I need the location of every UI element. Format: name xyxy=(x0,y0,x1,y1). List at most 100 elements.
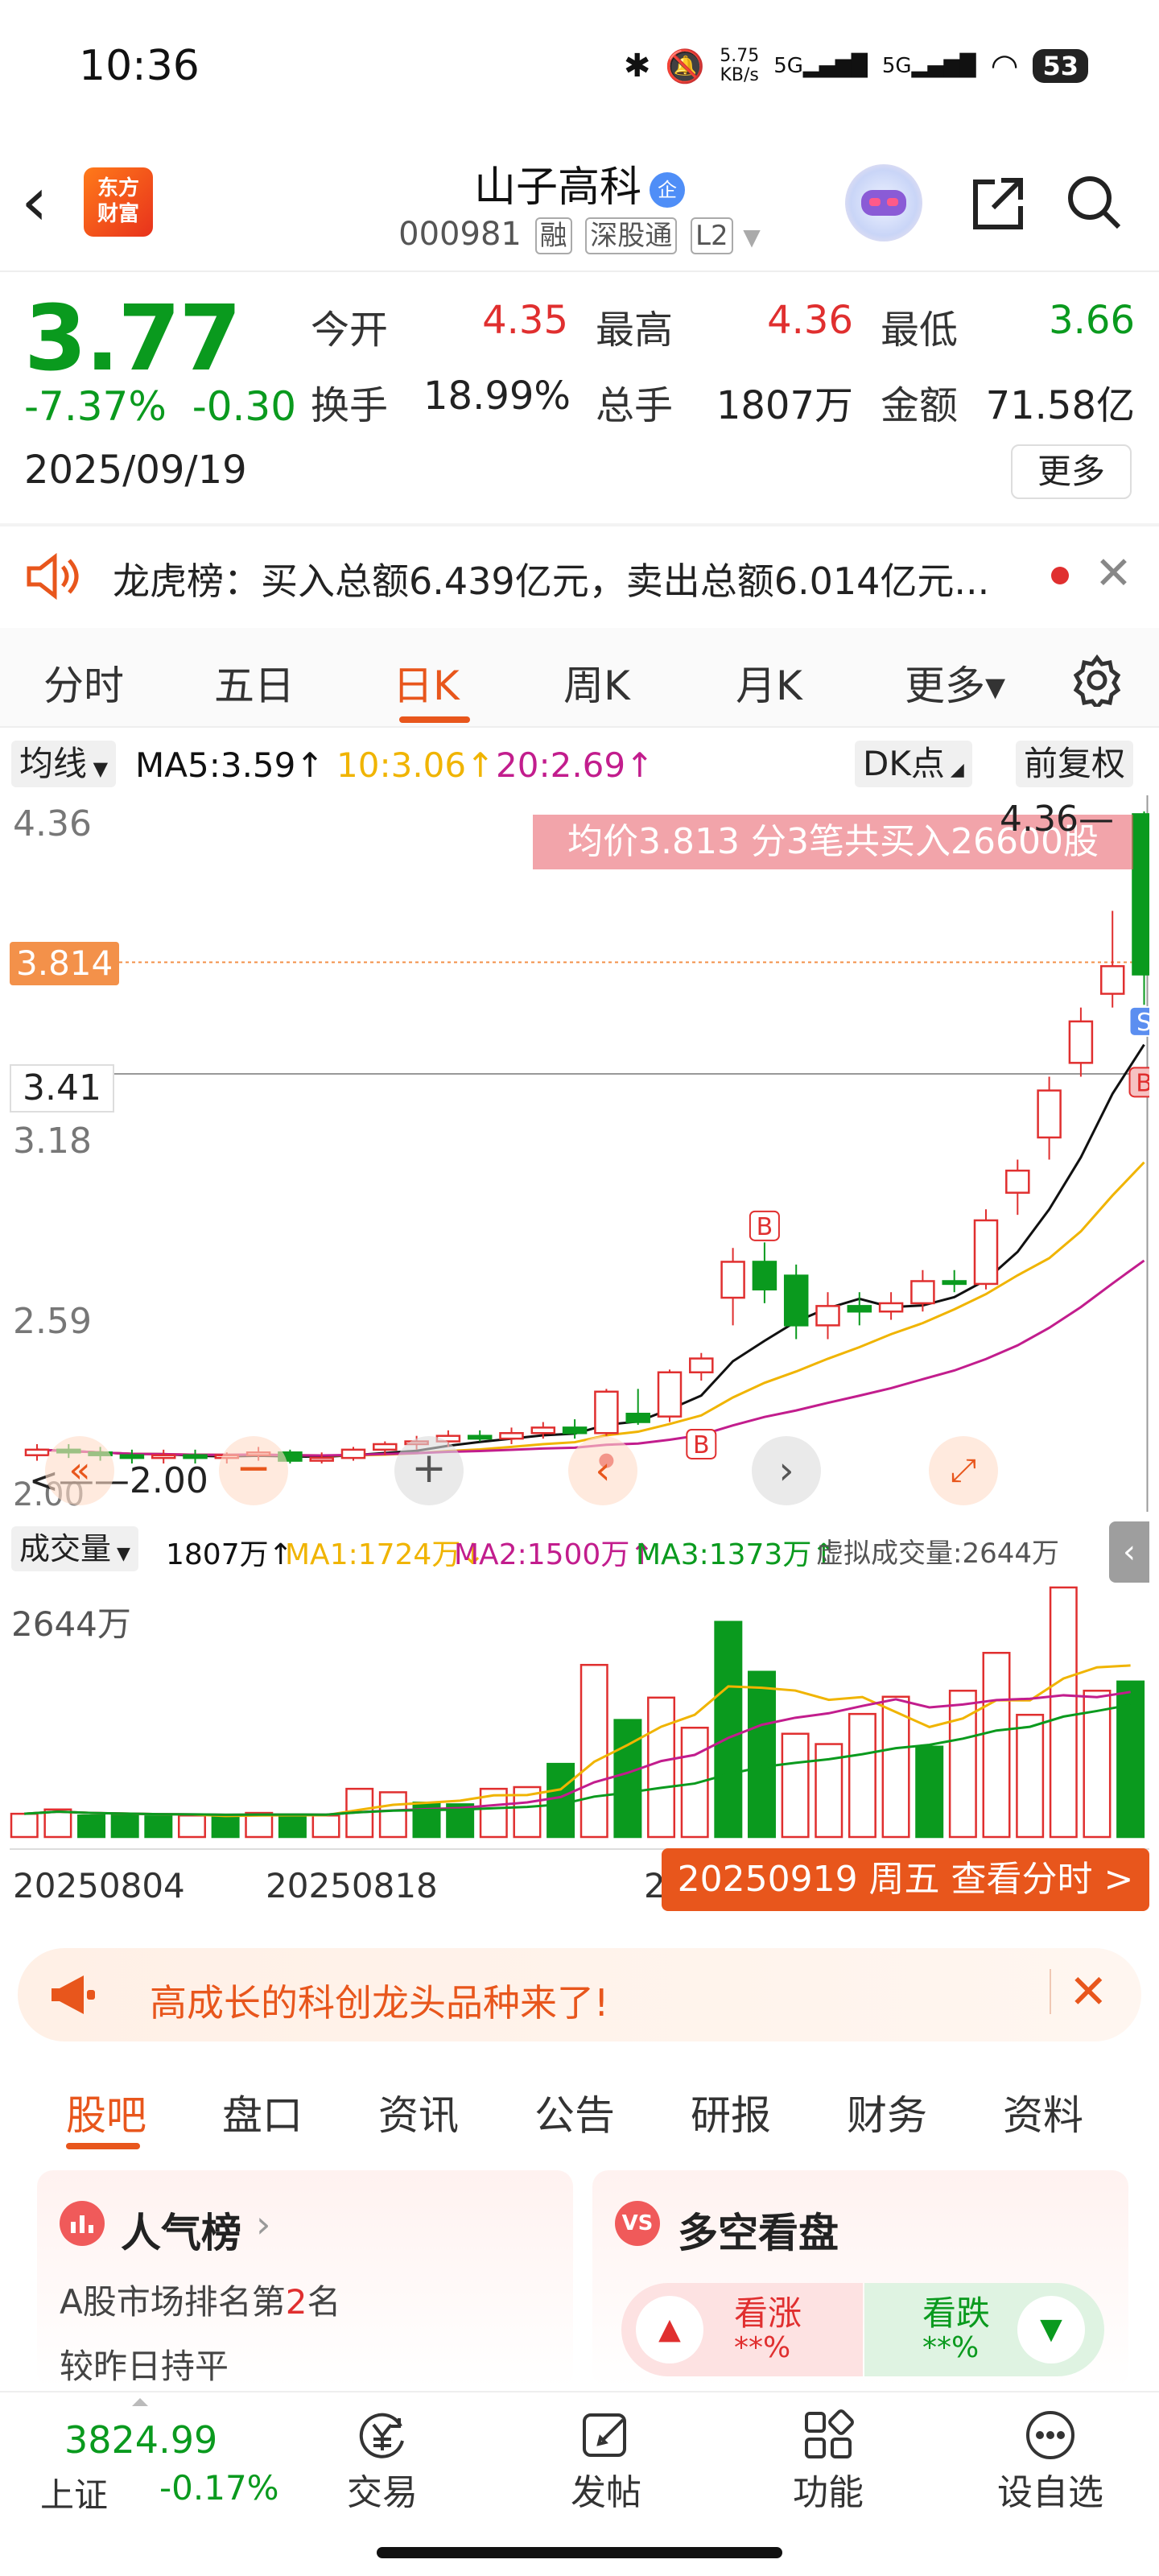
virtual-volume: 虚拟成交量:2644万 xyxy=(816,1538,1059,1570)
volume-bar xyxy=(915,1745,944,1839)
more-quote-button[interactable]: 更多 xyxy=(1011,444,1132,499)
volume-bar xyxy=(278,1813,307,1839)
ma20-value: 20:2.69↑ xyxy=(496,745,654,785)
popularity-change: 较昨日持平 xyxy=(60,2347,229,2386)
candle xyxy=(183,1454,208,1459)
candle xyxy=(309,1456,334,1462)
label-high: 4.36 xyxy=(13,803,92,844)
volume-bar xyxy=(1049,1586,1078,1839)
app-logo[interactable]: 东方 财富 xyxy=(84,167,153,237)
tab-profile[interactable]: 资料 xyxy=(1003,2083,1083,2141)
tab-five-day[interactable]: 五日 xyxy=(214,654,295,712)
volume-bar xyxy=(547,1762,575,1839)
candle xyxy=(1132,813,1157,976)
volume-bar xyxy=(211,1816,240,1839)
bluetooth-icon: ✱ xyxy=(623,47,651,85)
speaker-icon xyxy=(24,551,82,602)
tab-weekly-k[interactable]: 周K xyxy=(563,654,630,712)
open-value: 4.35 xyxy=(482,298,568,343)
candle xyxy=(594,1390,619,1435)
nav-trade[interactable]: 交易 xyxy=(322,2463,443,2515)
volume-total: 1807万↑ xyxy=(166,1538,293,1571)
collapse-panel-button[interactable]: ‹ xyxy=(1109,1521,1149,1583)
arrow-down-icon: ▼ xyxy=(1017,2296,1085,2363)
tab-intraday[interactable]: 分时 xyxy=(43,654,124,712)
volume-bar xyxy=(1116,1680,1145,1839)
bull-bear-title: 多空看盘 xyxy=(678,2210,839,2256)
candle xyxy=(625,1412,650,1423)
grid-icon xyxy=(800,2407,856,2463)
stock-title: 山子高科企 xyxy=(362,153,797,213)
ma-selector[interactable]: 均线 ▼ xyxy=(11,741,117,787)
dk-selector[interactable]: DK点 ◢ xyxy=(855,741,972,787)
post-icon xyxy=(578,2407,634,2463)
nav-functions[interactable]: 功能 xyxy=(768,2463,889,2515)
volume-bar xyxy=(881,1695,910,1839)
gear-icon[interactable] xyxy=(1070,654,1124,712)
promo-text: 高成长的科创龙头品种来了! xyxy=(150,1981,609,2025)
stock-code-row[interactable]: 000981 融 深股通 L2 ▼ xyxy=(378,216,781,254)
candle xyxy=(1099,964,1125,995)
back-button[interactable]: ‹ xyxy=(21,167,69,235)
volume-bar xyxy=(647,1696,676,1839)
tab-pankou[interactable]: 盘口 xyxy=(222,2083,303,2141)
candle xyxy=(562,1426,588,1435)
search-icon[interactable] xyxy=(1062,171,1127,235)
nav-post[interactable]: 发帖 xyxy=(546,2463,666,2515)
volume-label: 总手 xyxy=(596,383,674,428)
crosshair-price-label: 3.41 xyxy=(10,1064,114,1113)
assistant-avatar[interactable] xyxy=(845,164,922,242)
volume-bar xyxy=(580,1663,608,1839)
zoom-in-button[interactable]: + xyxy=(394,1436,464,1505)
caret-up-icon xyxy=(132,2394,148,2406)
lhb-notice[interactable]: 龙虎榜：买入总额6.439亿元，卖出总额6.014亿元... xyxy=(113,552,989,605)
candle xyxy=(1068,1020,1094,1064)
tab-more[interactable]: 更多▾ xyxy=(905,654,1005,712)
kline-svg: B B S B xyxy=(10,795,1159,1512)
prev-candle-button[interactable]: ‹ xyxy=(568,1436,637,1505)
tab-news[interactable]: 资讯 xyxy=(378,2083,459,2141)
more-dots-icon xyxy=(1022,2407,1079,2463)
index-change: -0.17% xyxy=(159,2468,279,2508)
vs-icon: VS xyxy=(615,2201,660,2246)
next-candle-button[interactable]: › xyxy=(752,1436,821,1505)
candle xyxy=(119,1454,145,1459)
buy-marker-label: B xyxy=(1136,1069,1149,1097)
volume-chart[interactable] xyxy=(10,1579,1149,1845)
tab-research[interactable]: 研报 xyxy=(691,2083,771,2141)
nav-add-watchlist[interactable]: 设自选 xyxy=(990,2463,1111,2515)
zoom-out-button[interactable]: − xyxy=(219,1436,288,1505)
status-icons: ✱ 🔕 5.75 KB/s 5G▂▄▆█ 5G▂▄▆█ ◠ 53 xyxy=(624,47,1088,85)
indicator-selector[interactable]: 成交量 ▼ xyxy=(11,1526,138,1571)
candle xyxy=(1005,1169,1030,1194)
tag-margin: 融 xyxy=(534,217,572,254)
chart-bars-icon xyxy=(60,2201,105,2246)
kline-chart[interactable]: B B S B xyxy=(10,795,1159,1512)
candle xyxy=(530,1426,556,1435)
close-banner-icon[interactable]: ✕ xyxy=(1069,1964,1108,2019)
candle xyxy=(878,1302,904,1313)
ma20-line xyxy=(36,1259,1145,1457)
tab-monthly-k[interactable]: 月K xyxy=(736,654,802,712)
view-intraday-button[interactable]: 20250919 周五 查看分时 > xyxy=(662,1848,1149,1911)
tab-finance[interactable]: 财务 xyxy=(847,2083,927,2141)
tab-notices[interactable]: 公告 xyxy=(534,2083,615,2141)
volume-bar xyxy=(311,1814,340,1839)
chevron-right-icon: › xyxy=(256,2202,271,2246)
amount-label: 金额 xyxy=(881,383,959,428)
adjust-selector[interactable]: 前复权 xyxy=(1016,741,1134,787)
turnover-value: 18.99% xyxy=(423,374,571,419)
fullscreen-icon[interactable]: ⤢ xyxy=(929,1436,998,1505)
tab-daily-k[interactable]: 日K xyxy=(393,654,460,712)
tag-connect: 深股通 xyxy=(585,217,678,254)
ma5-value: MA5:3.59↑ xyxy=(135,745,324,785)
current-price: 3.77 xyxy=(24,287,241,391)
close-icon[interactable]: ✕ xyxy=(1095,547,1132,600)
share-icon[interactable] xyxy=(966,171,1030,235)
candle xyxy=(973,1219,999,1286)
index-value[interactable]: 3824.99 xyxy=(64,2418,217,2462)
tab-guba[interactable]: 股吧 xyxy=(66,2083,146,2141)
scroll-left-button[interactable]: « xyxy=(45,1436,114,1505)
volume-bar xyxy=(10,1812,39,1839)
status-time: 10:36 xyxy=(79,42,200,90)
